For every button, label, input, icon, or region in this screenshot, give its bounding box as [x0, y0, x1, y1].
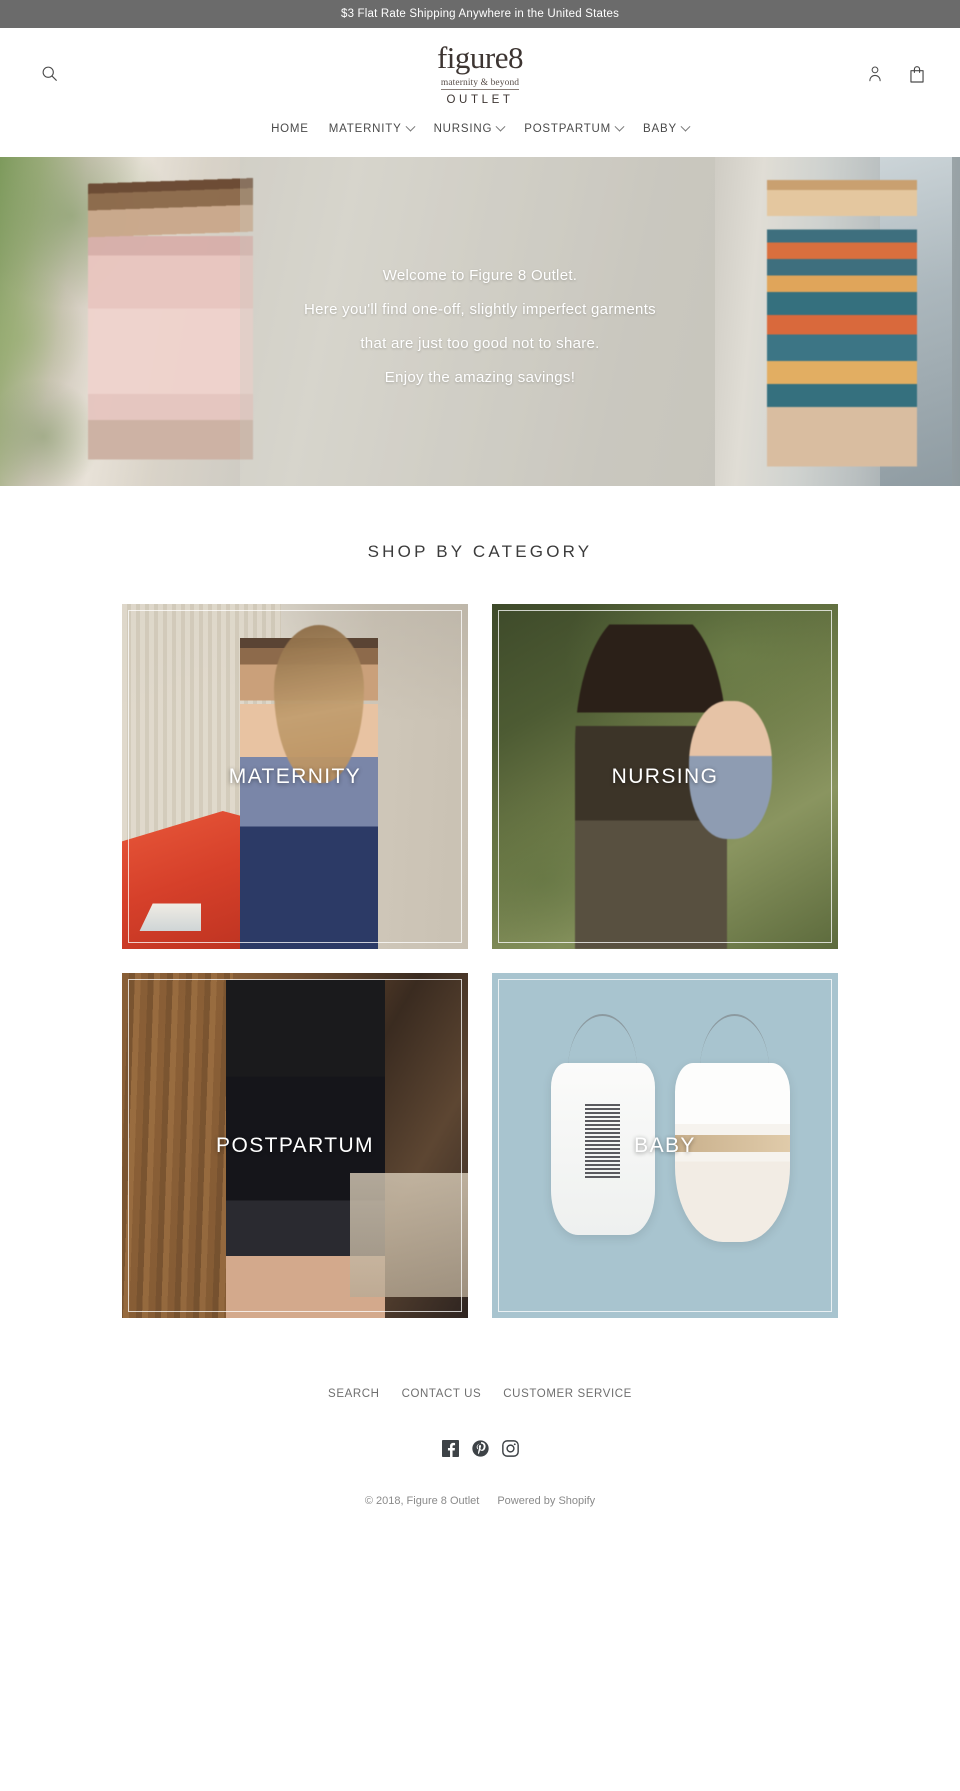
chevron-down-icon	[614, 121, 625, 132]
site-footer: SEARCH CONTACT US CUSTOMER SERVICE © 201…	[0, 1318, 960, 1541]
baby-hanger-left	[568, 1014, 638, 1069]
category-tile-postpartum[interactable]: POSTPARTUM	[122, 973, 468, 1318]
category-grid: MATERNITY NURSING POSTPARTUM BABY	[122, 604, 838, 1318]
category-tile-baby[interactable]: BABY	[492, 973, 838, 1318]
nav-item-nursing[interactable]: NURSING	[424, 119, 515, 139]
category-label-baby: BABY	[634, 1133, 696, 1157]
nav-label: NURSING	[433, 123, 493, 135]
section-title: SHOP BY CATEGORY	[367, 542, 593, 561]
search-icon[interactable]	[38, 63, 60, 85]
footer-link-search[interactable]: SEARCH	[328, 1388, 380, 1400]
footer-link-contact-us[interactable]: CONTACT US	[402, 1388, 482, 1400]
chevron-down-icon	[405, 121, 416, 132]
nav-label: BABY	[643, 123, 677, 135]
category-label-postpartum: POSTPARTUM	[216, 1133, 374, 1157]
account-icon[interactable]	[864, 63, 886, 85]
announcement-text: $3 Flat Rate Shipping Anywhere in the Un…	[340, 8, 620, 20]
nav-item-baby[interactable]: BABY	[633, 119, 699, 139]
social-links	[0, 1440, 960, 1457]
postpartum-bed	[350, 1173, 468, 1298]
powered-by-shopify-link[interactable]: Powered by Shopify	[497, 1495, 595, 1507]
site-header: figure8 maternity & beyond OUTLET	[0, 28, 960, 119]
baby-hanger-right	[699, 1014, 769, 1069]
category-label-nursing: NURSING	[611, 764, 719, 788]
category-tile-maternity[interactable]: MATERNITY	[122, 604, 468, 949]
hero-line-1: Welcome to Figure 8 Outlet.	[382, 266, 578, 284]
hero-line-3: that are just too good not to share.	[360, 334, 600, 352]
cart-icon[interactable]	[906, 63, 928, 85]
nav-label: MATERNITY	[328, 123, 402, 135]
site-logo[interactable]: figure8 maternity & beyond OUTLET	[390, 39, 570, 107]
category-label-maternity: MATERNITY	[228, 764, 362, 788]
footer-link-customer-service[interactable]: CUSTOMER SERVICE	[503, 1388, 632, 1400]
shop-by-category-section: SHOP BY CATEGORY MATERNITY NURSING POSTP…	[0, 486, 960, 1318]
announcement-bar: $3 Flat Rate Shipping Anywhere in the Un…	[0, 0, 960, 28]
instagram-icon[interactable]	[501, 1440, 519, 1457]
hero-line-2: Here you'll find one-off, slightly imper…	[304, 300, 656, 318]
footer-links: SEARCH CONTACT US CUSTOMER SERVICE	[0, 1388, 960, 1400]
pinterest-icon[interactable]	[471, 1440, 489, 1457]
nav-label: HOME	[271, 123, 309, 135]
copyright-row: © 2018, Figure 8 Outlet Powered by Shopi…	[0, 1495, 960, 1507]
logo-main-text: figure8	[436, 39, 524, 75]
logo-tagline: maternity & beyond	[440, 78, 520, 91]
nav-item-maternity[interactable]: MATERNITY	[319, 119, 424, 139]
hero-text-block: Welcome to Figure 8 Outlet. Here you'll …	[0, 157, 960, 486]
header-actions	[864, 63, 928, 85]
main-navigation: HOME MATERNITY NURSING POSTPARTUM BABY	[0, 119, 960, 157]
facebook-icon[interactable]	[441, 1440, 459, 1457]
hero-line-4: Enjoy the amazing savings!	[384, 368, 576, 386]
category-tile-nursing[interactable]: NURSING	[492, 604, 838, 949]
nav-item-home[interactable]: HOME	[261, 119, 319, 139]
chevron-down-icon	[495, 121, 506, 132]
copyright-text: © 2018, Figure 8 Outlet	[364, 1495, 480, 1507]
maternity-car-window	[139, 903, 202, 932]
nav-item-postpartum[interactable]: POSTPARTUM	[514, 119, 633, 139]
chevron-down-icon	[680, 121, 691, 132]
logo-outlet-text: OUTLET	[446, 94, 514, 107]
nav-label: POSTPARTUM	[524, 123, 612, 135]
hero-banner: Welcome to Figure 8 Outlet. Here you'll …	[0, 157, 960, 486]
